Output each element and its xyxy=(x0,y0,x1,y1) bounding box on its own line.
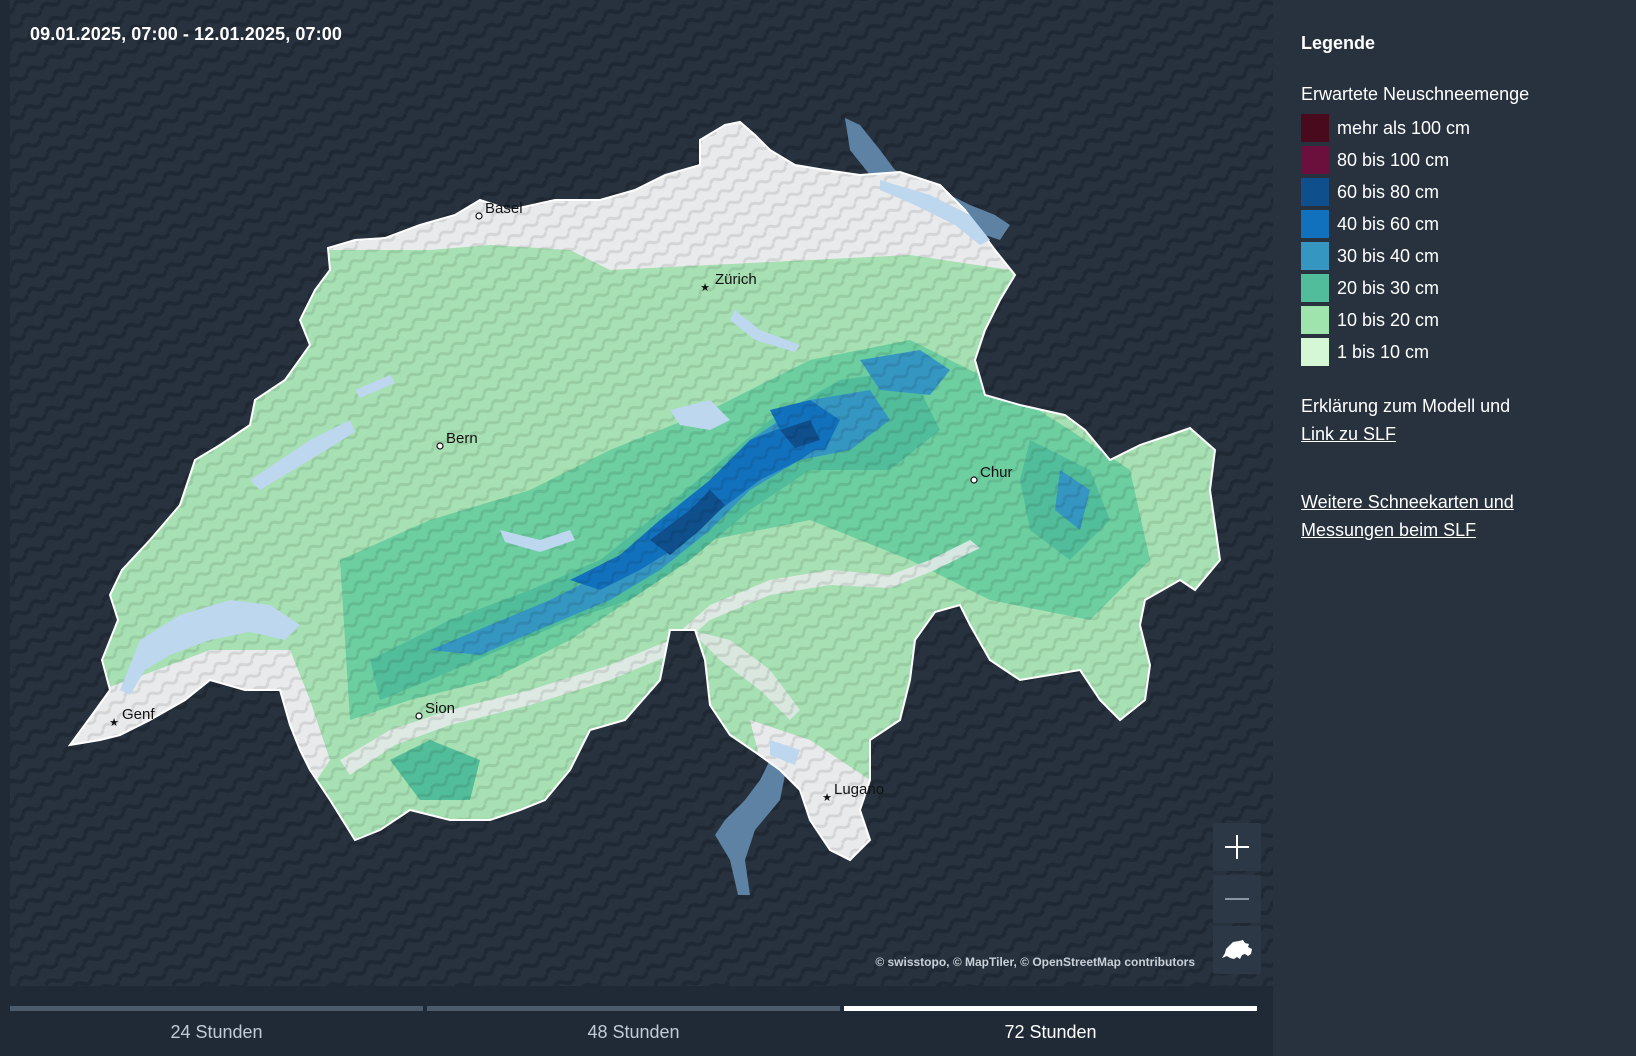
minus-icon xyxy=(1225,898,1249,900)
date-range: 09.01.2025, 07:00 - 12.01.2025, 07:00 xyxy=(30,24,342,44)
switzerland-shape-icon xyxy=(1222,940,1252,959)
tab-indicator xyxy=(844,1006,1257,1011)
legend-swatch xyxy=(1301,338,1329,366)
legend-item: 20 bis 30 cm xyxy=(1301,274,1439,302)
map-panel[interactable]: Basel ★ Zürich Bern Chur ★ Genf Sion ★ L… xyxy=(10,0,1273,986)
slf-model-link[interactable]: Link zu SLF xyxy=(1301,424,1396,444)
model-explanation: Erklärung zum Modell und Link zu SLF xyxy=(1301,392,1510,448)
legend-item: 10 bis 20 cm xyxy=(1301,306,1439,334)
svg-text:Basel: Basel xyxy=(485,200,523,217)
legend-label: mehr als 100 cm xyxy=(1337,117,1471,138)
legend-item: 60 bis 80 cm xyxy=(1301,178,1439,206)
legend-item: mehr als 100 cm xyxy=(1301,114,1470,142)
reset-view-button[interactable] xyxy=(1213,926,1261,974)
legend-label: 40 bis 60 cm xyxy=(1337,213,1440,234)
legend-swatch xyxy=(1301,146,1329,174)
legend-label: 10 bis 20 cm xyxy=(1337,309,1440,330)
svg-text:Chur: Chur xyxy=(980,464,1013,481)
legend-swatch xyxy=(1301,178,1329,206)
tab-indicator xyxy=(427,1006,840,1011)
legend-swatch xyxy=(1301,114,1329,142)
map-attribution[interactable]: © swisstopo, © MapTiler, © OpenStreetMap… xyxy=(875,955,1195,969)
time-range-selector: 24 Stunden 48 Stunden 72 Stunden xyxy=(10,986,1273,1056)
map-canvas[interactable]: Basel ★ Zürich Bern Chur ★ Genf Sion ★ L… xyxy=(10,0,1273,986)
legend-panel: Legende Erwartete Neuschneemenge mehr al… xyxy=(1273,0,1636,1056)
legend-swatch xyxy=(1301,242,1329,270)
legend-swatch xyxy=(1301,274,1329,302)
svg-text:Bern: Bern xyxy=(446,430,478,447)
legend-swatch xyxy=(1301,306,1329,334)
legend-label: 60 bis 80 cm xyxy=(1337,181,1440,202)
legend-label: 20 bis 30 cm xyxy=(1337,277,1440,298)
legend-label: 1 bis 10 cm xyxy=(1337,341,1430,362)
more-snow-maps-link[interactable]: Weitere Schneekarten und Messungen beim … xyxy=(1301,488,1561,544)
tab-72-stunden[interactable]: 72 Stunden xyxy=(844,986,1257,1056)
zoom-in-button[interactable] xyxy=(1213,823,1261,871)
legend-subtitle: Erwartete Neuschneemenge xyxy=(1301,84,1530,104)
tab-48-stunden[interactable]: 48 Stunden xyxy=(427,986,840,1056)
svg-text:Zürich: Zürich xyxy=(715,271,757,288)
tab-label: 72 Stunden xyxy=(1004,1022,1097,1042)
svg-text:★: ★ xyxy=(822,792,832,804)
legend-item: 30 bis 40 cm xyxy=(1301,242,1439,270)
svg-text:★: ★ xyxy=(700,282,710,294)
legend-item: 40 bis 60 cm xyxy=(1301,210,1439,238)
svg-text:Sion: Sion xyxy=(425,700,455,717)
legend-label: 80 bis 100 cm xyxy=(1337,149,1450,170)
plus-icon xyxy=(1225,835,1249,859)
tab-indicator xyxy=(10,1006,423,1011)
legend-title: Legende xyxy=(1301,33,1376,53)
model-text: Erklärung zum Modell und xyxy=(1301,396,1511,416)
tab-24-stunden[interactable]: 24 Stunden xyxy=(10,986,423,1056)
svg-text:Lugano: Lugano xyxy=(834,781,884,798)
svg-text:★: ★ xyxy=(109,717,119,729)
tab-label: 48 Stunden xyxy=(587,1022,680,1042)
legend-item: 80 bis 100 cm xyxy=(1301,146,1449,174)
tab-label: 24 Stunden xyxy=(170,1022,263,1042)
svg-text:Genf: Genf xyxy=(122,706,155,723)
legend-item: 1 bis 10 cm xyxy=(1301,338,1429,366)
legend-label: 30 bis 40 cm xyxy=(1337,245,1440,266)
zoom-out-button[interactable] xyxy=(1213,875,1261,923)
legend-swatch xyxy=(1301,210,1329,238)
